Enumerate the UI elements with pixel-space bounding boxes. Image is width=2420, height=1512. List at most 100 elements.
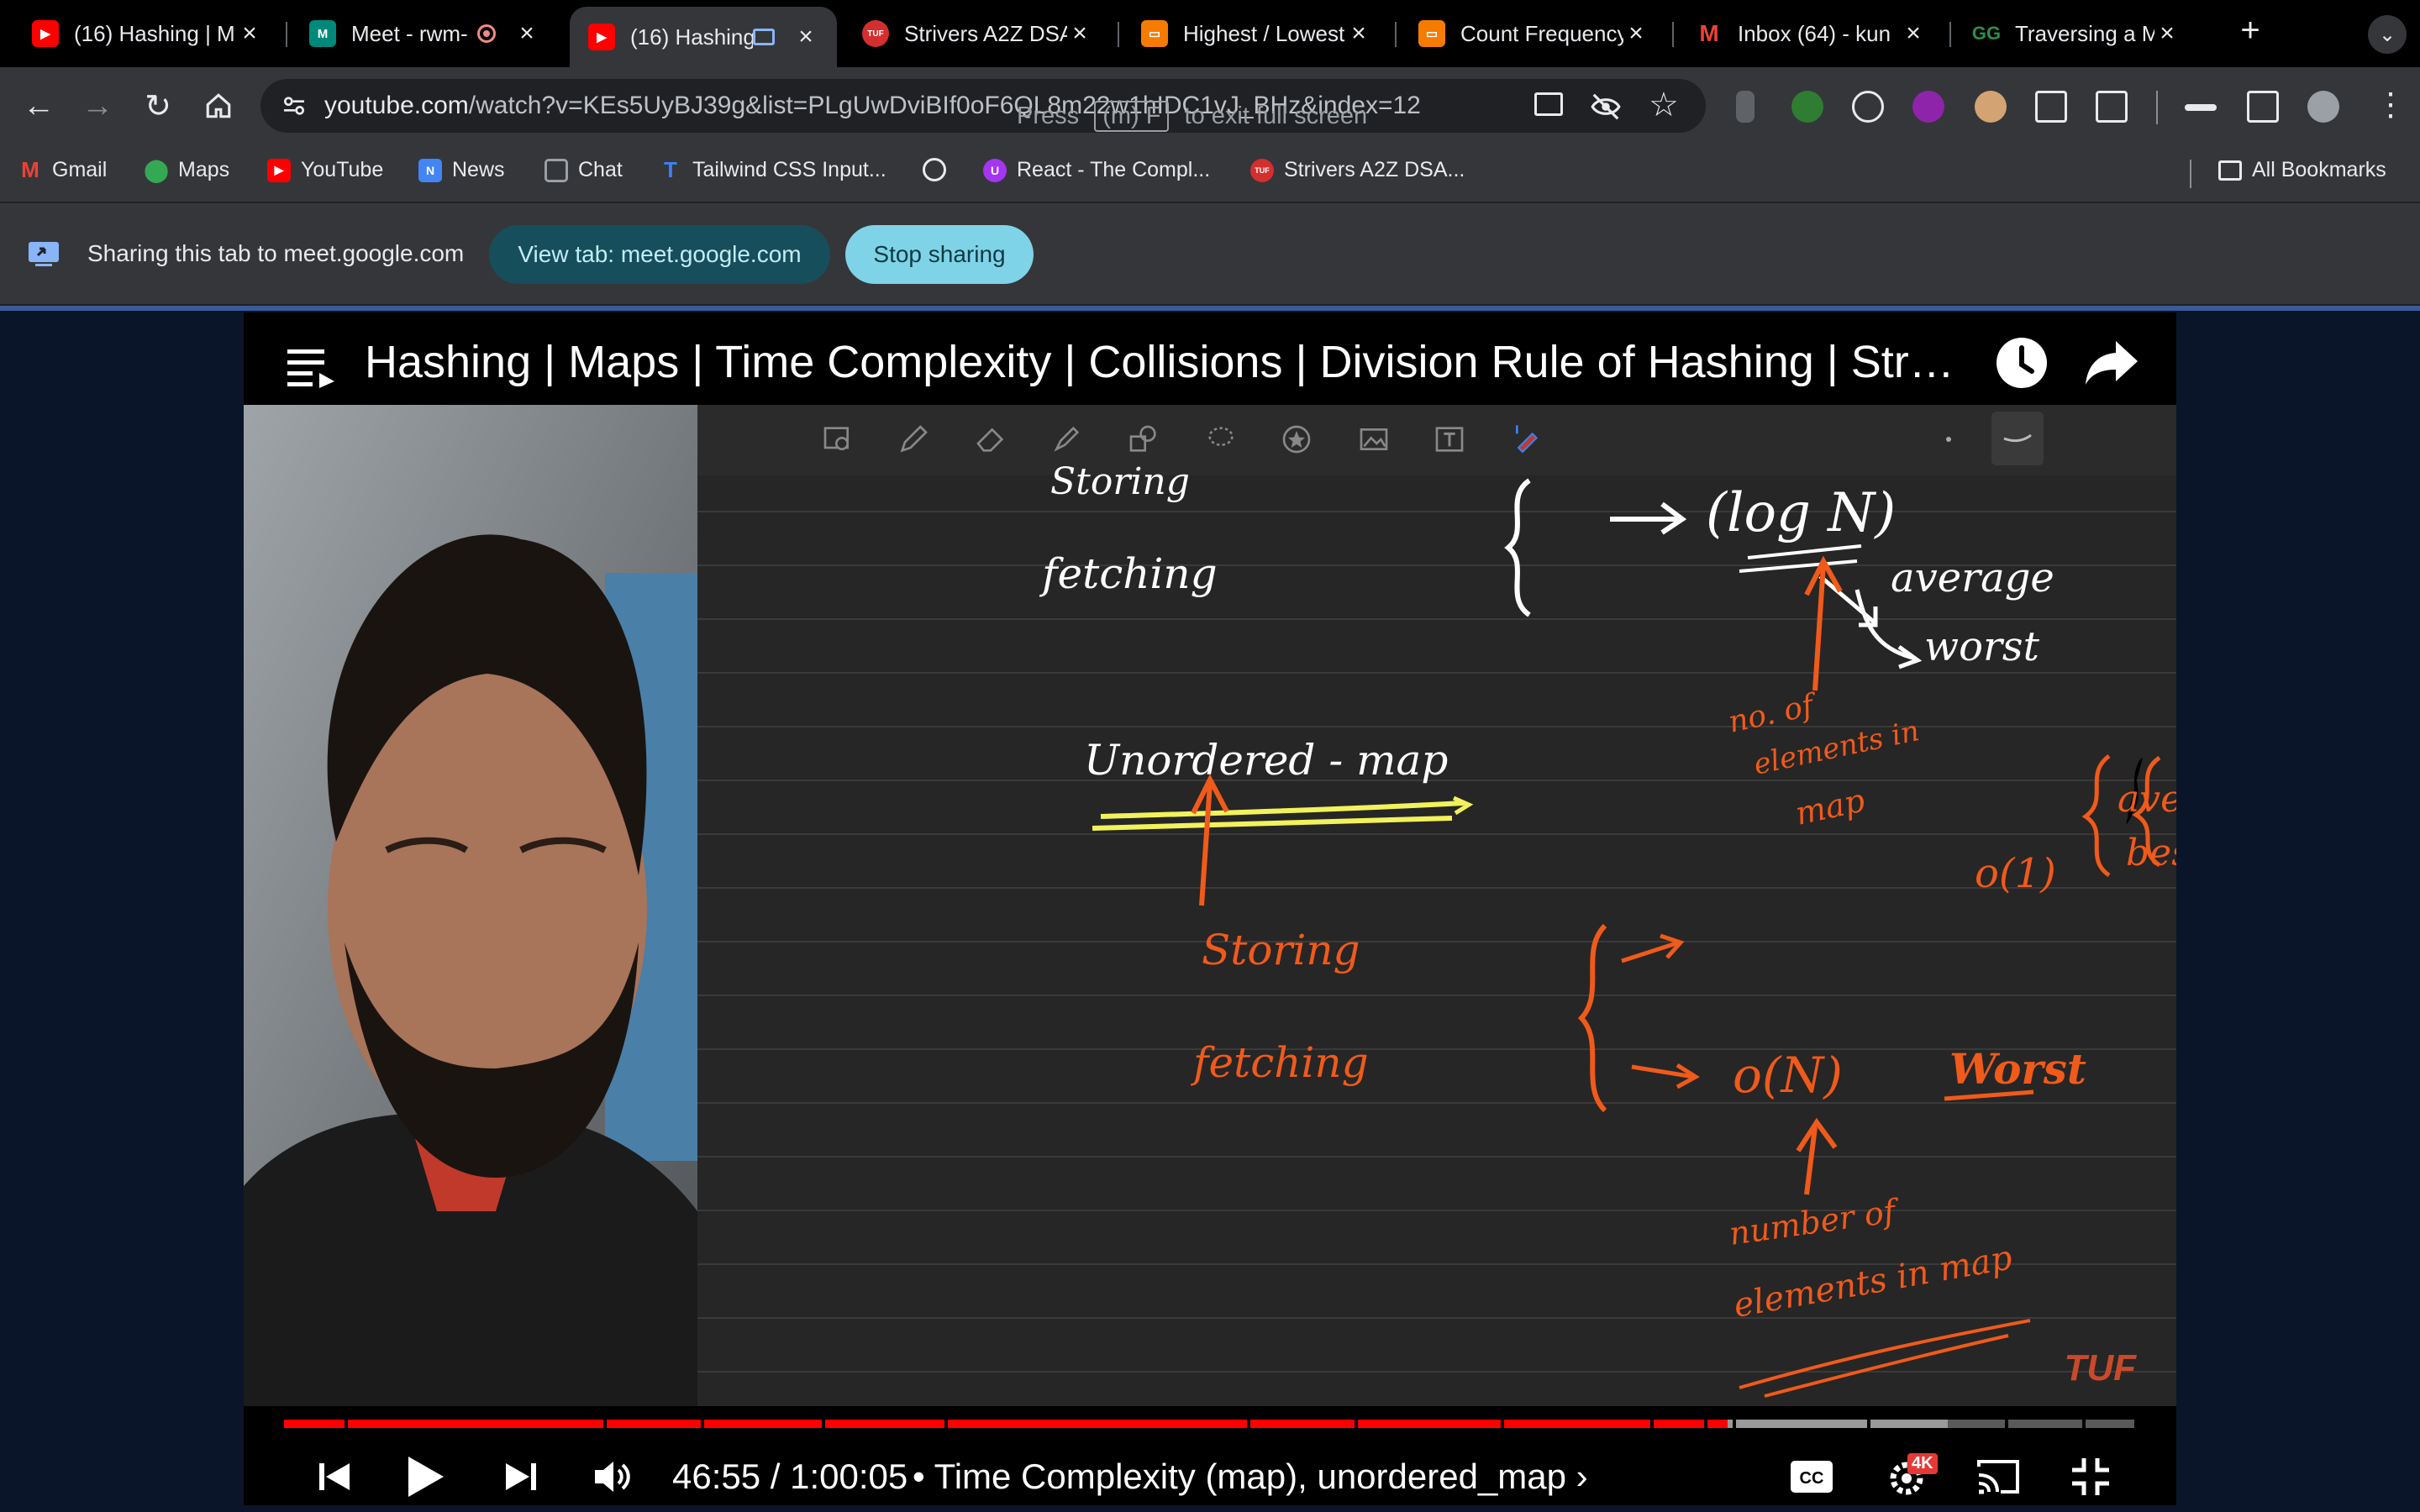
extensions-puzzle-icon[interactable]	[2096, 91, 2128, 123]
tab-title: Meet - rwm-	[351, 20, 468, 46]
sharing-highlight-border	[0, 306, 2420, 311]
note-storing-top: Storing	[1050, 460, 1190, 503]
install-app-icon[interactable]	[1534, 92, 1563, 116]
back-button[interactable]: ←	[18, 86, 59, 126]
screen-share-icon	[29, 242, 59, 266]
cast-button[interactable]	[1973, 1450, 2023, 1504]
close-icon[interactable]: ×	[793, 23, 818, 51]
tab-count-frequency[interactable]: ▭ Count Frequency ×	[1400, 8, 1667, 59]
chapter-title[interactable]: • Time Complexity (map), unordered_map ›	[913, 1457, 1588, 1497]
view-tab-button[interactable]: View tab: meet.google.com	[489, 225, 830, 284]
exit-fullscreen-button[interactable]	[2065, 1450, 2116, 1504]
previous-button[interactable]	[309, 1450, 360, 1504]
tab-search-button[interactable]: ⌄	[2368, 15, 2407, 54]
tab-hashing-active[interactable]: ▶ (16) Hashing ×	[570, 7, 837, 67]
menu-kebab-icon[interactable]: ⋮	[2375, 86, 2407, 123]
notes-whiteboard: Storing fetching (log N) average worst n…	[697, 405, 2176, 1421]
close-icon[interactable]: ×	[1067, 19, 1092, 48]
bookmark-youtube[interactable]: ▶ YouTube	[267, 158, 383, 182]
address-bar[interactable]: youtube.com/watch?v=KEs5UyBJ39g&list=PLg…	[260, 79, 1706, 133]
tuf-watermark: TUF	[2064, 1347, 2136, 1389]
chapter-gap	[701, 1420, 704, 1428]
bookmark-gmail[interactable]: M Gmail	[18, 157, 108, 182]
note-no-of: no. of	[1725, 687, 1821, 740]
tab-meet[interactable]: M Meet - rwm- ×	[291, 8, 558, 59]
close-icon[interactable]: ×	[2154, 19, 2180, 48]
chapter-gap	[1704, 1420, 1707, 1428]
bookmark-globe[interactable]	[923, 158, 956, 181]
captions-button[interactable]: CC	[1786, 1450, 1837, 1504]
close-icon[interactable]: ×	[1623, 19, 1649, 48]
tab-inbox[interactable]: M Inbox (64) - kun ×	[1677, 8, 1944, 59]
video-title[interactable]: Hashing | Maps | Time Complexity | Colli…	[365, 336, 1961, 388]
stop-sharing-button[interactable]: Stop sharing	[845, 225, 1034, 284]
extension-purple-icon[interactable]	[1912, 91, 1944, 123]
site-settings-icon[interactable]	[281, 92, 308, 119]
note-average-top: average	[1891, 554, 2054, 601]
chapter-gap	[345, 1420, 348, 1428]
volume-button[interactable]	[588, 1450, 639, 1504]
close-icon[interactable]: ×	[1901, 19, 1926, 48]
sharing-message: Sharing this tab to meet.google.com	[87, 240, 465, 266]
tab-title: (16) Hashing | M	[74, 20, 235, 46]
close-icon[interactable]: ×	[514, 19, 539, 48]
close-icon[interactable]: ×	[1346, 19, 1371, 48]
tab-traversing-map[interactable]: GG Traversing a Map ×	[1954, 8, 2198, 59]
tab-strivers[interactable]: TUF Strivers A2Z DSA ×	[844, 8, 1111, 59]
chapter-gap	[944, 1420, 948, 1428]
tab-separator	[286, 22, 287, 47]
progress-bar[interactable]	[284, 1420, 2134, 1428]
extension-cookie-icon[interactable]	[1975, 91, 2007, 123]
bookmark-star-icon[interactable]: ☆	[1649, 86, 1679, 124]
time-separator: /	[760, 1457, 791, 1496]
bookmark-label: Strivers A2Z DSA...	[1284, 158, 1465, 181]
share-arrow-icon[interactable]	[2084, 339, 2139, 386]
reload-button[interactable]: ↻	[138, 86, 178, 126]
bookmark-label: Gmail	[52, 158, 108, 181]
tab-title: Count Frequency	[1460, 20, 1623, 46]
profile-avatar[interactable]	[2307, 91, 2339, 123]
note-map-top: map	[1792, 782, 1868, 832]
udemy-icon: U	[983, 158, 1007, 182]
note-best: best	[2126, 832, 2176, 874]
eye-slash-icon[interactable]	[1590, 91, 1622, 123]
bookmark-label: News	[452, 158, 505, 181]
note-logn: (log N)	[1706, 482, 1896, 544]
tab-highest-lowest[interactable]: ▭ Highest / Lowest ×	[1123, 8, 1390, 59]
bookmark-chat[interactable]: Chat	[544, 158, 623, 182]
bookmark-react[interactable]: U React - The Compl...	[983, 158, 1210, 182]
tab-title: Highest / Lowest	[1183, 20, 1345, 46]
extension-react-icon[interactable]	[1852, 91, 1884, 123]
tab-hashing-1[interactable]: ▶ (16) Hashing | M ×	[13, 8, 281, 59]
all-bookmarks-button[interactable]: All Bookmarks	[2218, 158, 2386, 182]
watch-later-icon[interactable]	[1995, 336, 2049, 390]
extension-pip-icon[interactable]	[2035, 91, 2067, 123]
extension-gray-icon[interactable]	[1736, 91, 1754, 123]
chapter-gap	[1247, 1420, 1250, 1428]
news-icon: N	[418, 158, 442, 182]
settings-button[interactable]: 4K	[1879, 1450, 1938, 1504]
media-controls-icon[interactable]	[2185, 104, 2217, 111]
close-icon[interactable]: ×	[237, 19, 262, 48]
recording-icon	[477, 24, 496, 43]
note-fetching-top: fetching	[1039, 549, 1218, 598]
note-storing-bottom: Storing	[1202, 926, 1360, 974]
webcam-feed	[244, 405, 697, 1421]
note-o1: o(1)	[1975, 850, 2056, 897]
new-tab-button[interactable]: +	[2230, 12, 2270, 55]
next-icon	[506, 1463, 536, 1490]
maps-icon: ⬤	[144, 157, 169, 182]
bookmark-maps[interactable]: ⬤ Maps	[144, 157, 229, 182]
bookmark-strivers[interactable]: TUF Strivers A2Z DSA...	[1250, 158, 1465, 182]
bookmark-tailwind[interactable]: T Tailwind CSS Input...	[659, 157, 886, 182]
video-player[interactable]: Hashing | Maps | Time Complexity | Colli…	[244, 312, 2176, 1505]
side-panel-icon[interactable]	[2247, 91, 2279, 123]
next-button[interactable]	[496, 1450, 546, 1504]
tailwind-icon: T	[664, 157, 677, 182]
extension-tree-icon[interactable]	[1791, 91, 1823, 123]
playlist-icon[interactable]	[287, 348, 336, 388]
play-button[interactable]	[398, 1450, 452, 1504]
forward-button[interactable]: →	[77, 86, 118, 126]
bookmark-news[interactable]: N News	[418, 158, 505, 182]
home-button[interactable]	[198, 86, 239, 126]
